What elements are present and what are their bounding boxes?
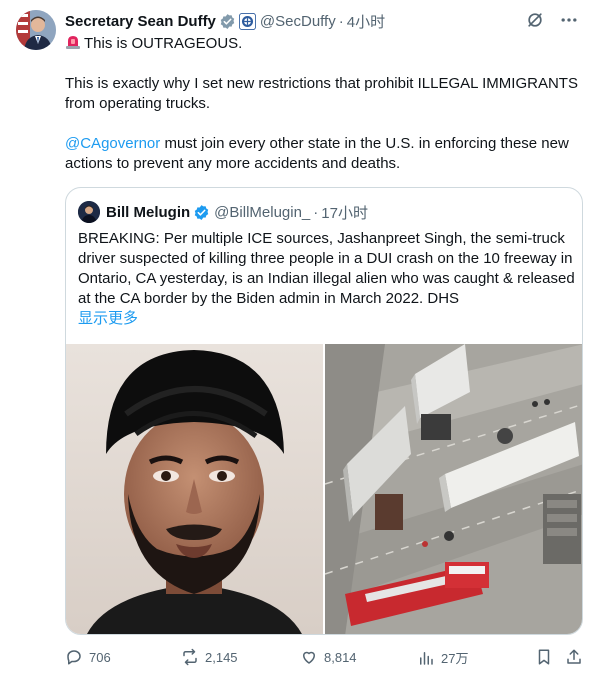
tweet-time[interactable]: 4小时 — [347, 11, 385, 32]
quote-author-name[interactable]: Bill Melugin — [106, 204, 190, 221]
share-button[interactable] — [565, 648, 583, 666]
quote-avatar[interactable] — [78, 201, 100, 223]
mention-link[interactable]: @CAgovernor — [65, 135, 160, 152]
verified-badge-icon — [193, 204, 210, 221]
quote-header: Bill Melugin @BillMelugin_ · 17小时 — [78, 201, 368, 223]
reply-icon — [67, 650, 81, 665]
siren-emoji-icon — [65, 34, 81, 50]
government-affiliation-icon[interactable] — [238, 12, 256, 30]
like-button[interactable]: 8,814 — [300, 648, 357, 666]
tweet-actions: 706 2,145 8,814 27万 — [65, 648, 585, 668]
grok-icon[interactable] — [525, 10, 545, 30]
author-name[interactable]: Secretary Sean Duffy — [65, 13, 216, 30]
tweet-line-1: This is OUTRAGEOUS. — [65, 34, 581, 54]
mugshot-image[interactable] — [66, 344, 323, 634]
views-count: 27万 — [441, 651, 469, 666]
like-count: 8,814 — [324, 649, 357, 665]
bookmark-button[interactable] — [535, 648, 553, 666]
share-icon — [567, 649, 581, 664]
quote-author-handle[interactable]: @BillMelugin_ — [214, 204, 310, 221]
heart-icon — [303, 651, 315, 664]
repost-icon — [183, 648, 197, 666]
quote-text: BREAKING: Per multiple ICE sources, Jash… — [78, 230, 576, 329]
quote-time[interactable]: 17小时 — [321, 202, 368, 223]
author-handle[interactable]: @SecDuffy — [260, 13, 336, 30]
tweet-paragraph-2: This is exactly why I set new restrictio… — [65, 75, 578, 112]
quote-media — [66, 344, 582, 634]
separator-dot: · — [338, 12, 344, 30]
reply-count: 706 — [89, 649, 111, 665]
verified-badge-icon — [219, 13, 236, 30]
crash-scene-image[interactable] — [325, 344, 582, 634]
views-icon — [420, 651, 433, 665]
tweet-text: This is OUTRAGEOUS. This is exactly why … — [65, 34, 581, 174]
author-avatar[interactable] — [16, 10, 56, 50]
views-button[interactable]: 27万 — [417, 648, 468, 667]
tweet-header: Secretary Sean Duffy @SecDuffy · 4小时 — [65, 10, 579, 32]
show-more-link[interactable]: 显示更多 — [78, 309, 576, 329]
reply-button[interactable]: 706 — [65, 648, 111, 666]
separator-dot: · — [313, 203, 319, 221]
repost-count: 2,145 — [205, 649, 238, 665]
repost-button[interactable]: 2,145 — [181, 648, 238, 666]
bookmark-icon — [538, 649, 550, 665]
tweet-paragraph-3: @CAgovernor must join every other state … — [65, 135, 569, 172]
more-icon[interactable] — [559, 10, 579, 30]
quoted-tweet[interactable]: Bill Melugin @BillMelugin_ · 17小时 BREAKI… — [65, 187, 583, 635]
